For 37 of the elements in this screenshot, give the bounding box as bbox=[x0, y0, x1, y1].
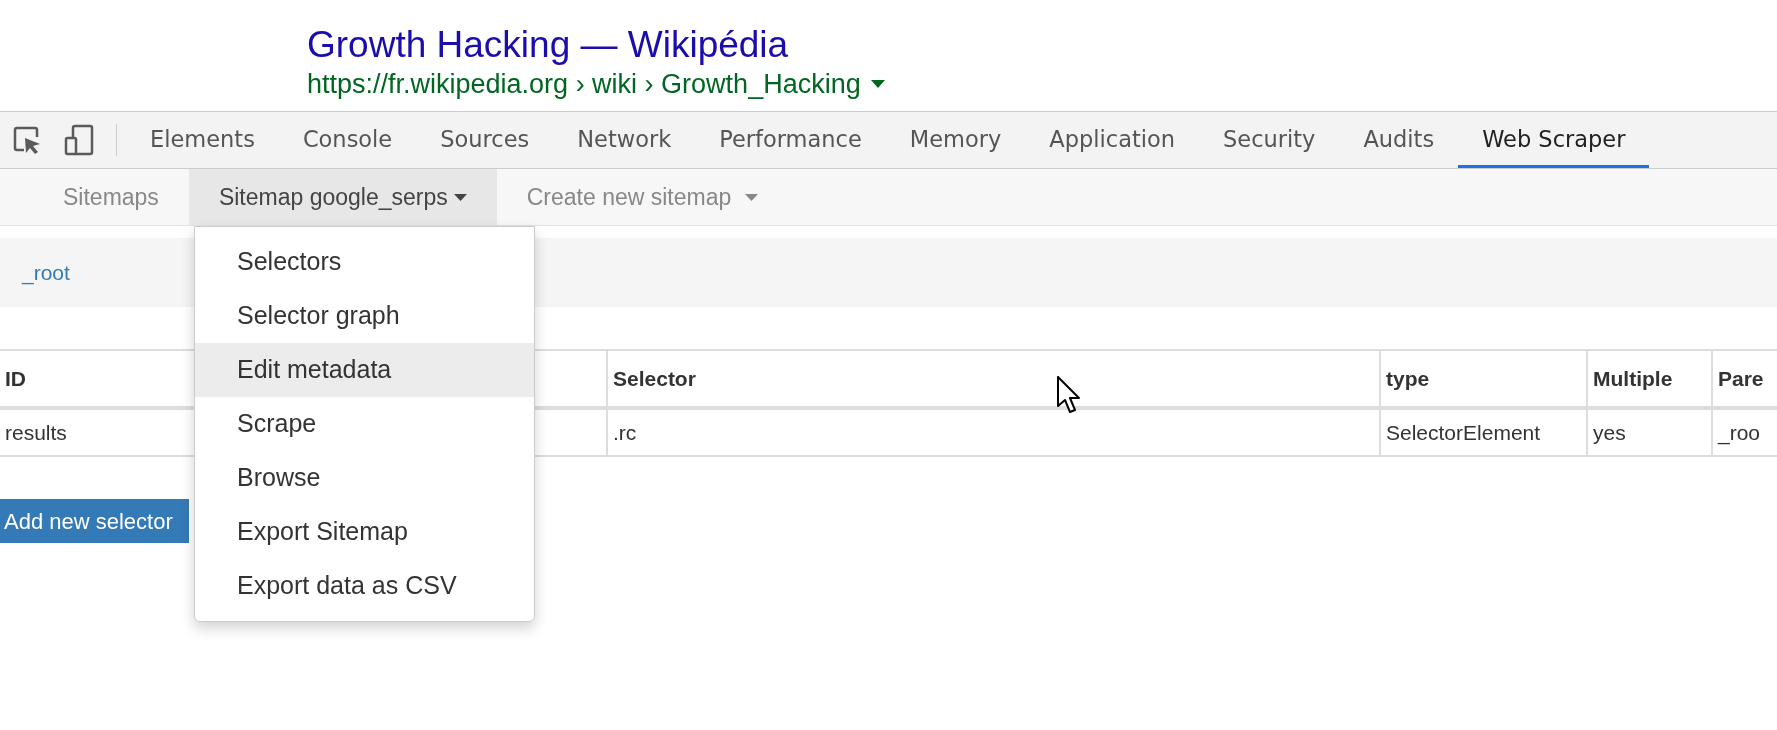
devtools-tab[interactable]: Memory bbox=[885, 112, 1026, 168]
column-header: type bbox=[1386, 366, 1430, 390]
result-title-link[interactable]: Growth Hacking — Wikipédia bbox=[307, 22, 789, 68]
column-header: Selector bbox=[613, 366, 696, 390]
breadcrumb-link[interactable]: _root bbox=[22, 256, 70, 289]
nav-dropdown[interactable]: Sitemap google_serps bbox=[188, 169, 497, 225]
table-cell: .rc bbox=[613, 420, 637, 444]
devtools-tab[interactable]: Performance bbox=[695, 112, 886, 168]
add-selector-button[interactable]: Add new selector bbox=[0, 499, 189, 543]
devtools-tab[interactable]: Network bbox=[553, 112, 696, 168]
menu-item[interactable]: Export Sitemap bbox=[195, 505, 534, 559]
inspect-element-icon[interactable] bbox=[12, 125, 42, 155]
menu-item[interactable]: Selector graph bbox=[195, 289, 534, 343]
caret-icon bbox=[453, 193, 467, 201]
mouse-pointer-icon bbox=[1057, 376, 1081, 414]
table-cell: yes bbox=[1593, 420, 1626, 444]
caret-icon bbox=[745, 193, 759, 201]
menu-item[interactable]: Export data as CSV bbox=[195, 559, 534, 613]
menu-item[interactable]: Browse bbox=[195, 451, 534, 505]
devtools-tab[interactable]: Security bbox=[1199, 112, 1340, 168]
table-cell: SelectorElement bbox=[1386, 420, 1541, 444]
column-header: Pare bbox=[1718, 366, 1764, 390]
result-url: https://fr.wikipedia.org › wiki › Growth_Hacking bbox=[307, 69, 861, 99]
devtools-tab[interactable]: Sources bbox=[416, 112, 554, 168]
column-header: ID bbox=[5, 366, 26, 390]
devtools-tab[interactable]: Audits bbox=[1339, 112, 1459, 168]
devtools-tab[interactable]: Application bbox=[1025, 112, 1199, 168]
devtools-tab[interactable]: Elements bbox=[126, 112, 279, 168]
table-cell: results bbox=[5, 420, 67, 444]
devtools-tab[interactable]: Console bbox=[278, 112, 417, 168]
menu-item[interactable]: Scrape bbox=[195, 397, 534, 451]
column-header: Multiple bbox=[1593, 366, 1673, 390]
menu-item[interactable]: Selectors bbox=[195, 235, 534, 289]
device-toolbar-icon[interactable] bbox=[64, 124, 94, 156]
caret-icon[interactable] bbox=[870, 80, 885, 88]
menu-item[interactable]: Edit metadata bbox=[195, 343, 534, 397]
table-cell: _roo bbox=[1718, 420, 1761, 444]
